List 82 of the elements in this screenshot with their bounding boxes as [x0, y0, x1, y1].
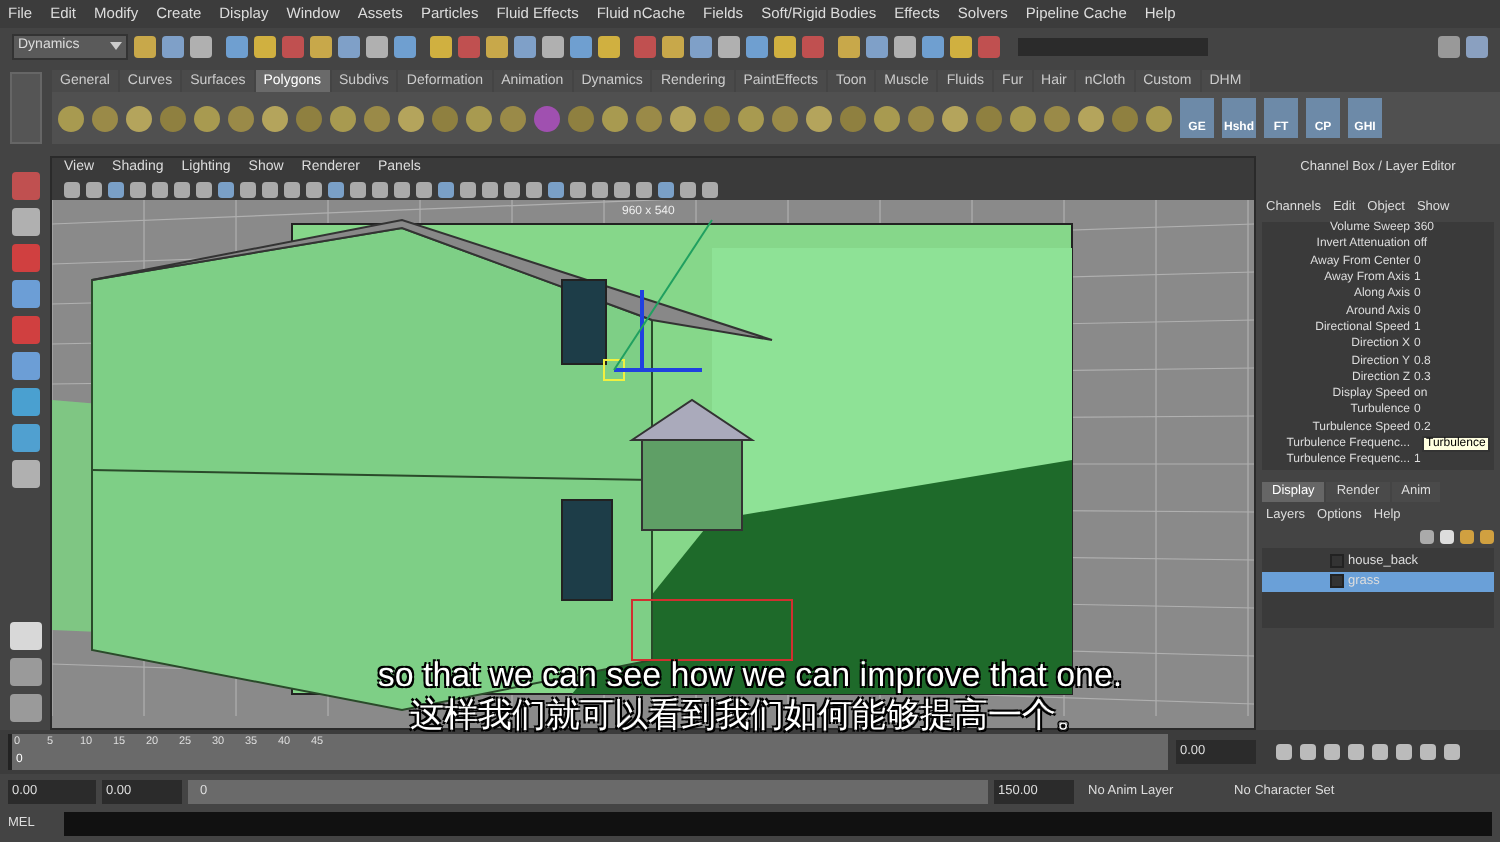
- shelf-tool-icon[interactable]: [398, 105, 424, 131]
- shelf-tool-icon[interactable]: [296, 105, 322, 131]
- shelf-tool-icon[interactable]: [1044, 105, 1070, 131]
- toolbar-tool-icon[interactable]: [922, 35, 944, 57]
- toolbar-tool-icon[interactable]: [542, 35, 564, 57]
- shelf-tool-icon[interactable]: [1146, 105, 1172, 131]
- toolbar-tool-icon[interactable]: [802, 35, 824, 57]
- layer-color-swatch: [1330, 574, 1344, 589]
- input-field[interactable]: [1018, 37, 1208, 55]
- layout-icon[interactable]: [9, 622, 41, 650]
- shelf-tool-icon[interactable]: [602, 105, 628, 131]
- shelf-tool-icon[interactable]: [126, 105, 152, 131]
- toolbar-tool-icon[interactable]: [458, 35, 480, 57]
- toolbar-tool-icon[interactable]: [690, 35, 712, 57]
- toolbar-tool-icon[interactable]: [366, 35, 388, 57]
- toolbar-tool-icon[interactable]: [570, 35, 592, 57]
- shelf-tool-icon[interactable]: [92, 105, 118, 131]
- toolbar-tool-icon[interactable]: [598, 35, 620, 57]
- toolbar-tool-icon[interactable]: [338, 35, 360, 57]
- toolbar-tool-icon[interactable]: [394, 35, 416, 57]
- command-input-field[interactable]: [64, 812, 1492, 836]
- toolbar-tool-icon[interactable]: [254, 35, 276, 57]
- shelf-tool-icon[interactable]: [908, 105, 934, 131]
- layout-icon[interactable]: [9, 694, 41, 722]
- shelf-tool-icon[interactable]: [636, 105, 662, 131]
- shelf-tool-icon[interactable]: [874, 105, 900, 131]
- tool-icon[interactable]: [11, 316, 39, 344]
- tool-icon[interactable]: [11, 460, 39, 488]
- toolbar-tool-icon[interactable]: [134, 35, 156, 57]
- shelf-tool-icon[interactable]: [840, 105, 866, 131]
- toolbar-tool-icon[interactable]: [486, 35, 508, 57]
- shelf-tool-icon[interactable]: [1010, 105, 1036, 131]
- tool-icon[interactable]: [11, 208, 39, 236]
- shelf-tool-icon[interactable]: [330, 105, 356, 131]
- toolbar-tool-icon[interactable]: [514, 35, 536, 57]
- layout-icon[interactable]: [1438, 35, 1460, 57]
- toolbar-tool-icon[interactable]: [430, 35, 452, 57]
- toolbar-tool-icon[interactable]: [226, 35, 248, 57]
- toolbar-tool-icon[interactable]: [310, 35, 332, 57]
- shelf-tool-icon[interactable]: [772, 105, 798, 131]
- shelf-tool-icon[interactable]: [500, 105, 526, 131]
- toolbar-tool-icon[interactable]: [190, 35, 212, 57]
- layer-color-swatch: [1330, 554, 1344, 569]
- shelf-tool-icon[interactable]: [364, 105, 390, 131]
- shelf-tool-icon[interactable]: [568, 105, 594, 131]
- toolbar-tool-icon[interactable]: [838, 35, 860, 57]
- shelf-tool-icon[interactable]: [466, 105, 492, 131]
- shelf-tool-icon[interactable]: [432, 105, 458, 131]
- shelf-tool-icon[interactable]: [58, 105, 84, 131]
- shelf-tool-icon[interactable]: [1112, 105, 1138, 131]
- shelf-tool-icon[interactable]: [806, 105, 832, 131]
- toolbar-tool-icon[interactable]: [162, 35, 184, 57]
- toolbar-tool-icon[interactable]: [894, 35, 916, 57]
- shelf-tool-icon[interactable]: [738, 105, 764, 131]
- shelf-tool-icon[interactable]: [228, 105, 254, 131]
- toolbar-tool-icon[interactable]: [718, 35, 740, 57]
- tool-icon[interactable]: [11, 280, 39, 308]
- tool-icon[interactable]: [11, 424, 39, 452]
- shelf-tool-icon[interactable]: [942, 105, 968, 131]
- tool-icon[interactable]: [11, 172, 39, 200]
- toolbar-tool-icon[interactable]: [950, 35, 972, 57]
- toolbar-tool-icon[interactable]: [746, 35, 768, 57]
- toolbar-tool-icon[interactable]: [662, 35, 684, 57]
- caret-icon: [110, 42, 122, 50]
- tool-icon[interactable]: [11, 244, 39, 272]
- toolbar-tool-icon[interactable]: [634, 35, 656, 57]
- shelf-tool-icon[interactable]: [262, 105, 288, 131]
- layout-icon[interactable]: [9, 658, 41, 686]
- subtitle-text: 这样我们就可以看到我们如何能够提高一个。: [410, 696, 1090, 736]
- channel-box-toggle-icon[interactable]: [1466, 35, 1488, 57]
- toolbar-tool-icon[interactable]: [282, 35, 304, 57]
- shelf-tool-icon[interactable]: [704, 105, 730, 131]
- shelf-tool-icon[interactable]: [670, 105, 696, 131]
- toolbar-tool-icon[interactable]: [774, 35, 796, 57]
- tool-icon[interactable]: [11, 388, 39, 416]
- shelf-tool-icon[interactable]: [1078, 105, 1104, 131]
- toolbar-tool-icon[interactable]: [978, 35, 1000, 57]
- tool-icon[interactable]: [11, 352, 39, 380]
- shelf-tool-icon[interactable]: [160, 105, 186, 131]
- toolbar-tool-icon[interactable]: [866, 35, 888, 57]
- shelf-tool-icon[interactable]: [976, 105, 1002, 131]
- shelf-tool-icon[interactable]: [194, 105, 220, 131]
